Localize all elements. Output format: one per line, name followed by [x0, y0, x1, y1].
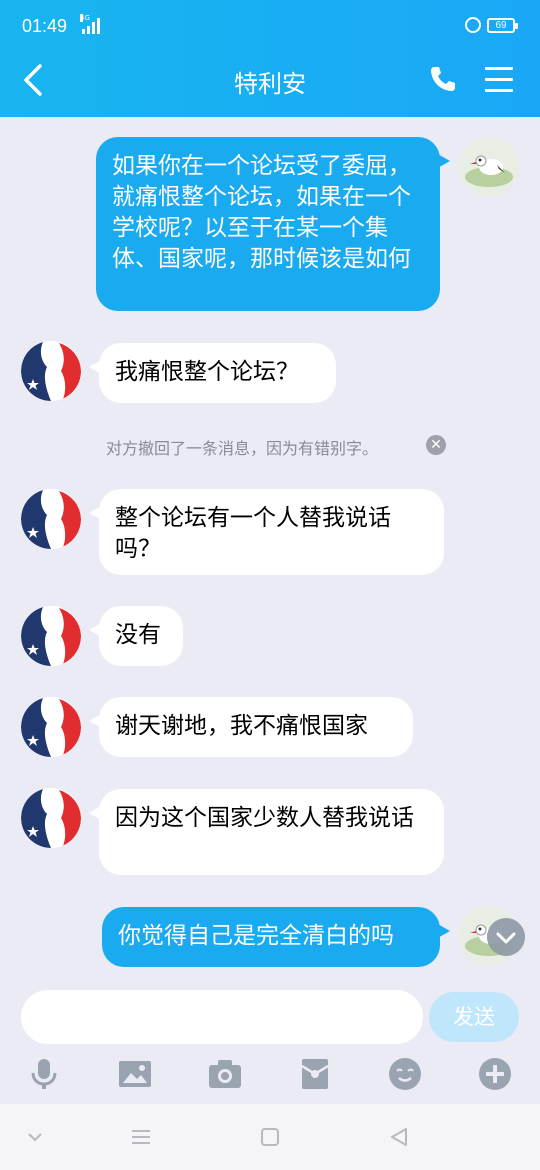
back-nav-icon[interactable] — [386, 1124, 412, 1150]
home-icon[interactable] — [257, 1124, 283, 1150]
chat-title: 特利安 — [234, 70, 306, 98]
message-bubble-theirs[interactable]: 没有 — [89, 606, 183, 666]
chevron-down-icon[interactable] — [22, 1124, 48, 1150]
contact-avatar[interactable] — [21, 788, 81, 848]
send-button[interactable]: 发送 — [429, 992, 519, 1042]
image-icon[interactable] — [117, 1056, 153, 1092]
signal-icon: 4G — [80, 14, 100, 34]
alarm-icon — [465, 17, 481, 33]
input-toolbar — [0, 1048, 540, 1104]
compose-bar: 发送 — [0, 986, 540, 1048]
message-bubble-mine[interactable]: 你觉得自己是完全清白的吗 — [102, 907, 450, 967]
my-avatar[interactable] — [459, 137, 519, 197]
red-packet-icon[interactable] — [297, 1056, 333, 1092]
recall-notice: 对方撤回了一条消息，因为有错别字。 ✕ — [0, 433, 540, 459]
message-input[interactable] — [21, 990, 423, 1044]
message-bubble-theirs[interactable]: 我痛恨整个论坛？ — [89, 343, 336, 403]
system-nav-bar — [0, 1104, 540, 1170]
plus-icon[interactable] — [477, 1056, 513, 1092]
phone-icon[interactable] — [428, 64, 458, 94]
message-bubble-theirs[interactable]: 谢天谢地，我不痛恨国家 — [89, 697, 413, 757]
camera-icon[interactable] — [207, 1056, 243, 1092]
message-bubble-theirs[interactable]: 整个论坛有一个人替我说话吗？ — [89, 489, 444, 575]
recent-apps-icon[interactable] — [128, 1124, 154, 1150]
message-bubble-mine[interactable]: 如果你在一个论坛受了委屈，就痛恨整个论坛，如果在一个学校呢？以至于在某一个集体、… — [96, 137, 450, 311]
contact-avatar[interactable] — [21, 489, 81, 549]
dismiss-icon[interactable]: ✕ — [426, 435, 446, 455]
status-bar: 01:49 4G 69 — [0, 0, 540, 52]
emoji-icon[interactable] — [387, 1056, 423, 1092]
contact-avatar[interactable] — [21, 697, 81, 757]
message-bubble-theirs[interactable]: 因为这个国家少数人替我说话 — [89, 789, 444, 875]
contact-avatar[interactable] — [21, 341, 81, 401]
scroll-down-icon[interactable] — [487, 918, 525, 956]
status-time: 01:49 — [22, 16, 68, 36]
chat-header: 01:49 4G 69 特利安 — [0, 0, 540, 117]
contact-avatar[interactable] — [21, 606, 81, 666]
microphone-icon[interactable] — [26, 1056, 62, 1092]
battery-indicator: 69 — [487, 18, 518, 33]
menu-icon[interactable] — [485, 67, 513, 93]
